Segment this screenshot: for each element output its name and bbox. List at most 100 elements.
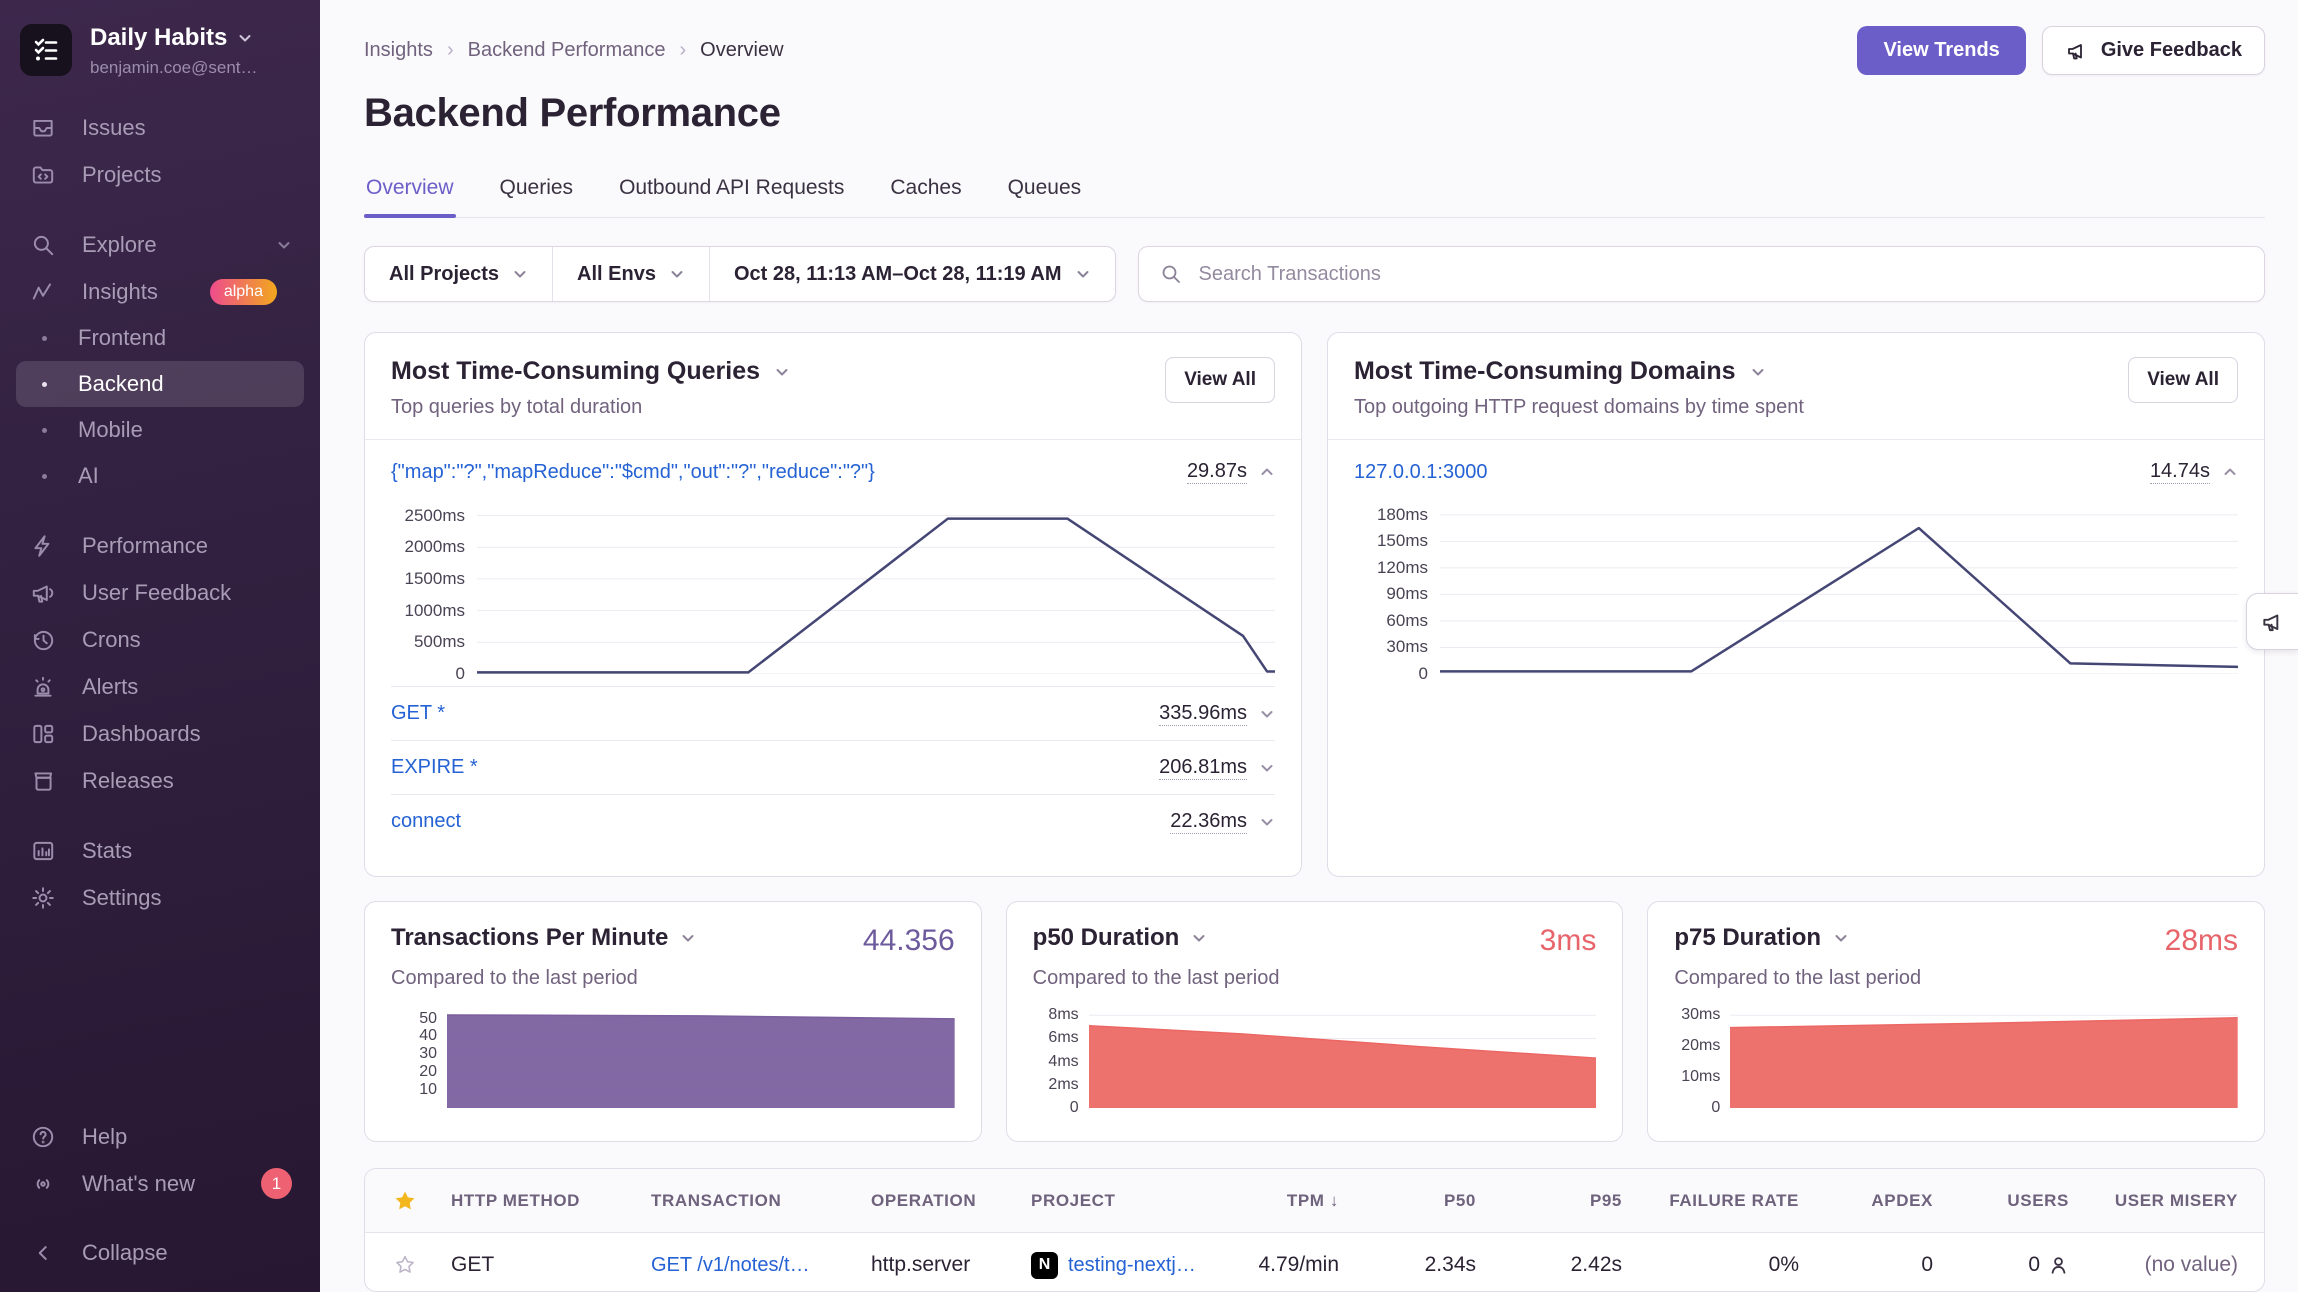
environment-filter[interactable]: All Envs xyxy=(552,247,709,301)
sidebar-item-ai[interactable]: AI xyxy=(0,453,320,499)
sidebar-item-performance[interactable]: Performance xyxy=(0,522,320,569)
tab-outbound-api-requests[interactable]: Outbound API Requests xyxy=(617,168,846,217)
bullet-icon xyxy=(42,336,47,341)
sidebar-item-alerts[interactable]: Alerts xyxy=(0,663,320,710)
tab-caches[interactable]: Caches xyxy=(888,168,963,217)
sidebar-item-label: User Feedback xyxy=(82,580,231,606)
breadcrumb: Insights › Backend Performance › Overvie… xyxy=(364,39,784,62)
sidebar-item-user-feedback[interactable]: User Feedback xyxy=(0,569,320,616)
sidebar-item-issues[interactable]: Issues xyxy=(0,104,320,151)
bullet-icon xyxy=(42,382,47,387)
breadcrumb-overview: Overview xyxy=(700,39,783,62)
view-trends-button[interactable]: View Trends xyxy=(1857,26,2025,75)
org-switcher[interactable]: Daily Habits benjamin.coe@sent… xyxy=(0,24,320,78)
sidebar-item-frontend[interactable]: Frontend xyxy=(0,315,320,361)
sidebar-item-stats[interactable]: Stats xyxy=(0,827,320,874)
domain-total-time[interactable]: 14.74s xyxy=(2150,460,2210,484)
sidebar-item-mobile[interactable]: Mobile xyxy=(0,407,320,453)
chevron-down-icon[interactable] xyxy=(1833,930,1849,946)
query-link[interactable]: GET * xyxy=(391,702,445,725)
help-icon xyxy=(30,1124,56,1150)
date-range-filter[interactable]: Oct 28, 11:13 AM–Oct 28, 11:19 AM xyxy=(709,247,1115,301)
sidebar-item-projects[interactable]: Projects xyxy=(0,151,320,198)
bullet-icon xyxy=(42,428,47,433)
query-link[interactable]: EXPIRE * xyxy=(391,756,478,779)
sidebar: Daily Habits benjamin.coe@sent… Issues P… xyxy=(0,0,320,1292)
page-filter-group: All Projects All Envs Oct 28, 11:13 AM–O… xyxy=(364,246,1116,302)
breadcrumb-insights[interactable]: Insights xyxy=(364,39,433,62)
tab-overview[interactable]: Overview xyxy=(364,168,456,217)
siren-icon xyxy=(30,674,56,700)
chevron-left-icon xyxy=(30,1240,56,1266)
domain-link[interactable]: 127.0.0.1:3000 xyxy=(1354,461,1487,484)
cell-p95: 2.42s xyxy=(1486,1253,1632,1277)
metric-title: p50 Duration xyxy=(1033,924,1180,952)
sidebar-item-help[interactable]: Help xyxy=(0,1113,320,1160)
queries-view-all-button[interactable]: View All xyxy=(1165,357,1275,403)
tab-queries[interactable]: Queries xyxy=(498,168,576,217)
sidebar-item-backend[interactable]: Backend xyxy=(16,361,304,407)
sidebar-item-whats-new[interactable]: What's new 1 xyxy=(0,1160,320,1207)
column-header-operation[interactable]: OPERATION xyxy=(861,1191,1021,1211)
column-header-users[interactable]: USERS xyxy=(1943,1191,2079,1211)
query-row: GET * 335.96ms xyxy=(391,686,1275,740)
query-link[interactable]: connect xyxy=(391,810,461,833)
sidebar-item-label: Crons xyxy=(82,627,141,653)
sidebar-item-crons[interactable]: Crons xyxy=(0,616,320,663)
column-header-tpm[interactable]: TPM ↓ xyxy=(1229,1191,1349,1211)
column-header-failure-rate[interactable]: FAILURE RATE xyxy=(1632,1191,1809,1211)
query-total-time[interactable]: 29.87s xyxy=(1187,460,1247,484)
checklist-icon xyxy=(29,33,63,67)
chevron-down-icon[interactable] xyxy=(1259,814,1275,830)
sidebar-item-explore[interactable]: Explore xyxy=(0,221,320,268)
chevron-down-icon[interactable] xyxy=(774,364,790,380)
search-transactions-input[interactable] xyxy=(1197,262,2244,287)
chevron-down-icon[interactable] xyxy=(1259,706,1275,722)
tpm-chart: 5040302010 xyxy=(391,1006,955,1108)
domains-view-all-button[interactable]: View All xyxy=(2128,357,2238,403)
chevron-down-icon[interactable] xyxy=(680,930,696,946)
project-link[interactable]: testing-nextj… xyxy=(1068,1254,1196,1277)
clock-icon xyxy=(30,627,56,653)
sidebar-item-releases[interactable]: Releases xyxy=(0,757,320,804)
tab-queues[interactable]: Queues xyxy=(1006,168,1084,217)
column-header-project[interactable]: PROJECT xyxy=(1021,1191,1229,1211)
sidebar-item-label: Mobile xyxy=(78,417,143,443)
filter-bar: All Projects All Envs Oct 28, 11:13 AM–O… xyxy=(364,246,2265,302)
sidebar-item-label: Releases xyxy=(82,768,174,794)
search-icon xyxy=(30,232,56,258)
give-feedback-button[interactable]: Give Feedback xyxy=(2042,26,2265,75)
chevron-down-icon[interactable] xyxy=(1259,760,1275,776)
column-header-p50[interactable]: P50 xyxy=(1349,1191,1486,1211)
metric-subtitle: Compared to the last period xyxy=(1033,967,1597,990)
breadcrumb-backend-performance[interactable]: Backend Performance xyxy=(468,39,666,62)
chevron-down-icon[interactable] xyxy=(1750,364,1766,380)
whats-new-badge: 1 xyxy=(261,1168,292,1199)
star-column-header[interactable] xyxy=(365,1189,441,1213)
column-header-transaction[interactable]: TRANSACTION xyxy=(641,1191,861,1211)
cell-p50: 2.34s xyxy=(1349,1253,1486,1277)
project-filter[interactable]: All Projects xyxy=(365,247,552,301)
query-row: connect 22.36ms xyxy=(391,794,1275,848)
chevron-up-icon[interactable] xyxy=(1259,464,1275,480)
sidebar-item-label: AI xyxy=(78,463,99,489)
sidebar-item-insights[interactable]: Insights alpha xyxy=(0,268,320,315)
metric-value: 44.356 xyxy=(863,924,955,958)
transaction-link[interactable]: GET /v1/notes/t… xyxy=(651,1254,810,1276)
sidebar-item-dashboards[interactable]: Dashboards xyxy=(0,710,320,757)
column-header-apdex[interactable]: APDEX xyxy=(1809,1191,1943,1211)
star-outline-icon[interactable] xyxy=(393,1253,417,1277)
chevron-down-icon[interactable] xyxy=(1191,930,1207,946)
column-header-p95[interactable]: P95 xyxy=(1486,1191,1632,1211)
org-logo xyxy=(20,24,72,76)
chevron-down-icon xyxy=(237,30,253,46)
sidebar-collapse-button[interactable]: Collapse xyxy=(0,1229,320,1276)
sidebar-item-settings[interactable]: Settings xyxy=(0,874,320,921)
feedback-edge-button[interactable] xyxy=(2246,593,2298,650)
sidebar-item-label: Stats xyxy=(82,838,132,864)
column-header-user-misery[interactable]: USER MISERY xyxy=(2079,1191,2264,1211)
chevron-up-icon[interactable] xyxy=(2222,464,2238,480)
column-header-http-method[interactable]: HTTP METHOD xyxy=(441,1191,641,1211)
query-link[interactable]: {"map":"?","mapReduce":"$cmd","out":"?",… xyxy=(391,461,875,484)
sidebar-item-label: Backend xyxy=(78,371,164,397)
